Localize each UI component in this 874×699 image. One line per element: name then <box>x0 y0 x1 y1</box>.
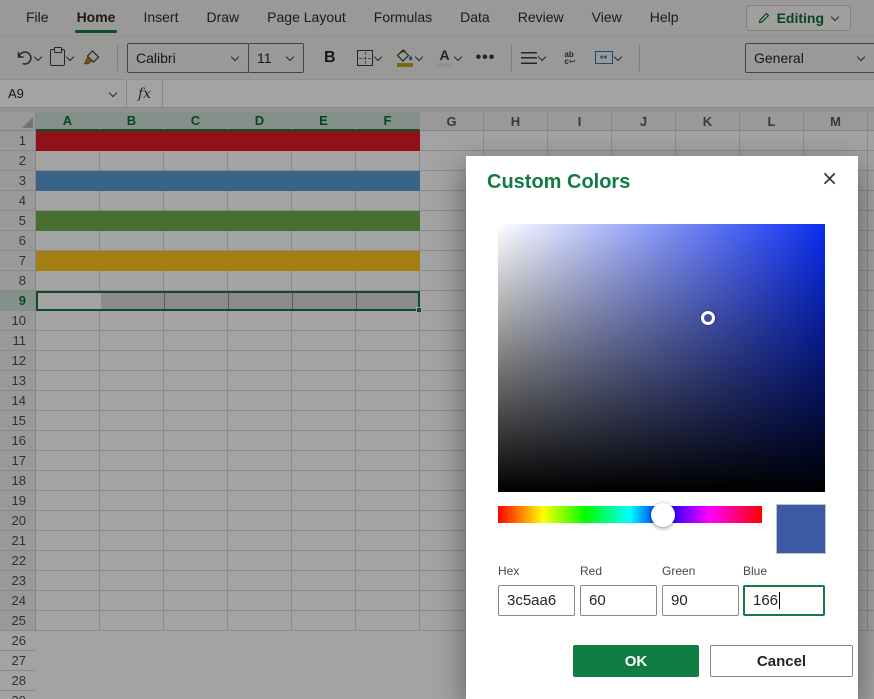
green-label: Green <box>662 564 739 578</box>
red-value: 60 <box>589 592 606 609</box>
cancel-button[interactable]: Cancel <box>710 645 853 677</box>
green-input[interactable]: 90 <box>662 585 739 616</box>
hex-field-group: Hex 3c5aa6 <box>498 564 575 616</box>
red-label: Red <box>580 564 657 578</box>
hex-label: Hex <box>498 564 575 578</box>
blue-label: Blue <box>743 564 825 578</box>
hex-value: 3c5aa6 <box>507 592 556 609</box>
green-field-group: Green 90 <box>662 564 739 616</box>
hex-input[interactable]: 3c5aa6 <box>498 585 575 616</box>
red-input[interactable]: 60 <box>580 585 657 616</box>
blue-field-group: Blue 166 <box>743 564 825 616</box>
color-gradient-picker[interactable] <box>498 224 825 492</box>
selected-color-swatch <box>776 504 826 554</box>
blue-value: 166 <box>753 592 778 609</box>
close-button[interactable]: × <box>813 162 846 194</box>
text-caret <box>779 592 780 609</box>
red-field-group: Red 60 <box>580 564 657 616</box>
blue-input[interactable]: 166 <box>743 585 825 616</box>
color-picker-handle[interactable] <box>701 311 715 325</box>
hue-slider[interactable] <box>498 506 762 523</box>
green-value: 90 <box>671 592 688 609</box>
excel-app-window: FileHomeInsertDrawPage LayoutFormulasDat… <box>0 0 874 699</box>
custom-colors-dialog: Custom Colors × Hex 3c5aa6 Red 60 Green 90 Blu… <box>466 156 858 699</box>
hue-slider-thumb[interactable] <box>651 503 675 527</box>
ok-button[interactable]: OK <box>573 645 699 677</box>
dialog-title: Custom Colors <box>487 171 630 194</box>
